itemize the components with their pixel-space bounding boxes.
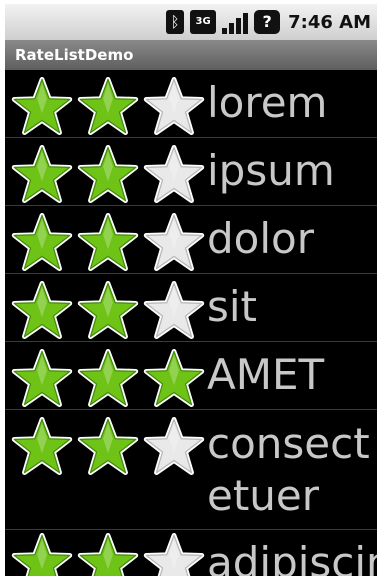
star-shape [77, 77, 139, 135]
star-icon[interactable] [75, 145, 141, 203]
list-item[interactable]: adipiscing [5, 530, 377, 576]
star-shape [11, 77, 73, 135]
star-shape [143, 281, 205, 339]
list-item[interactable]: ipsum [5, 138, 377, 206]
list-item[interactable]: dolor [5, 206, 377, 274]
star-shape [143, 213, 205, 271]
list-item[interactable]: consect etuer [5, 410, 377, 530]
list-item-label: ipsum [207, 146, 335, 195]
status-clock: 7:46 AM [288, 11, 371, 33]
star-shape [143, 417, 205, 475]
list-item-label: consect etuer [207, 419, 370, 520]
star-shape [143, 533, 205, 576]
rating-bar[interactable] [5, 530, 207, 576]
star-shape [11, 533, 73, 576]
status-bar: ᛒ 3G ? 7:46 AM [5, 4, 377, 40]
star-shape [143, 145, 205, 203]
star-shape [77, 417, 139, 475]
star-shape [143, 77, 205, 135]
frame-right-border [377, 0, 382, 576]
star-icon[interactable] [141, 77, 207, 135]
list-item[interactable]: lorem [5, 70, 377, 138]
star-icon[interactable] [9, 145, 75, 203]
star-icon[interactable] [75, 213, 141, 271]
rating-bar[interactable] [5, 410, 207, 475]
star-icon[interactable] [141, 349, 207, 407]
list-item-label: adipiscing [207, 538, 377, 576]
list-item[interactable]: AMET [5, 342, 377, 410]
star-icon[interactable] [75, 417, 141, 475]
star-shape [77, 349, 139, 407]
star-icon[interactable] [75, 77, 141, 135]
star-icon[interactable] [141, 417, 207, 475]
rating-bar[interactable] [5, 70, 207, 135]
list-item-label: lorem [207, 78, 328, 127]
3g-icon: 3G [190, 10, 217, 34]
star-icon[interactable] [141, 145, 207, 203]
star-icon[interactable] [141, 281, 207, 339]
star-shape [11, 349, 73, 407]
star-icon[interactable] [9, 77, 75, 135]
star-icon[interactable] [9, 533, 75, 576]
network-type-label: 3G [195, 16, 211, 27]
star-icon[interactable] [75, 281, 141, 339]
list-item[interactable]: sit [5, 274, 377, 342]
star-icon[interactable] [9, 349, 75, 407]
star-icon[interactable] [75, 533, 141, 576]
list-item-label: dolor [207, 214, 314, 263]
star-shape [11, 281, 73, 339]
sim-alert-icon: ? [254, 10, 281, 34]
star-icon[interactable] [9, 417, 75, 475]
app-screen: ᛒ 3G ? 7:46 AM RateListDemo lorem ipsum … [0, 0, 382, 576]
signal-icon [222, 10, 249, 34]
star-shape [77, 281, 139, 339]
rating-list[interactable]: lorem ipsum dolor sit AMET consect etuer… [5, 70, 377, 576]
rating-bar[interactable] [5, 206, 207, 271]
app-title: RateListDemo [15, 46, 134, 64]
rating-bar[interactable] [5, 342, 207, 407]
star-icon[interactable] [9, 281, 75, 339]
rating-bar[interactable] [5, 274, 207, 339]
star-shape [11, 213, 73, 271]
list-item-label: AMET [207, 350, 325, 399]
list-item-label: sit [207, 282, 258, 331]
bluetooth-icon: ᛒ [166, 10, 185, 34]
star-icon[interactable] [9, 213, 75, 271]
star-shape [77, 533, 139, 576]
star-shape [143, 349, 205, 407]
sim-alert-label: ? [262, 12, 272, 31]
star-shape [77, 145, 139, 203]
star-shape [11, 145, 73, 203]
rating-bar[interactable] [5, 138, 207, 203]
star-shape [77, 213, 139, 271]
star-shape [11, 417, 73, 475]
app-title-bar: RateListDemo [5, 40, 377, 70]
star-icon[interactable] [141, 533, 207, 576]
star-icon[interactable] [75, 349, 141, 407]
star-icon[interactable] [141, 213, 207, 271]
